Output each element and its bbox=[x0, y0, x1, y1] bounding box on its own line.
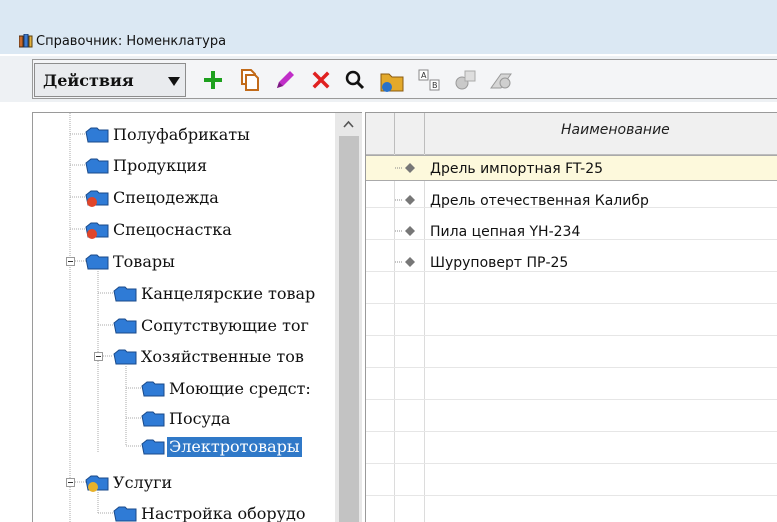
actions-menu-button[interactable]: Действия bbox=[34, 63, 186, 97]
sort-button[interactable]: A B bbox=[412, 63, 446, 97]
tree-item-label: Настройка оборудо bbox=[141, 504, 306, 522]
grid-row-line bbox=[366, 271, 777, 272]
settings-button[interactable] bbox=[448, 63, 482, 97]
disabled-settings-icon bbox=[455, 70, 476, 90]
item-element-icon bbox=[395, 257, 415, 267]
sort-ab-icon: A B bbox=[418, 69, 440, 91]
find-button[interactable] bbox=[338, 63, 372, 97]
catalog-books-icon bbox=[19, 34, 33, 48]
table-row-name[interactable]: Шуруповерт ПР-25 bbox=[430, 255, 568, 271]
item-element-icon bbox=[395, 195, 415, 205]
disabled-history-icon bbox=[490, 73, 512, 89]
folder-blue-icon bbox=[113, 286, 137, 302]
hierarchy-button[interactable] bbox=[374, 63, 408, 97]
folder-blue-icon bbox=[141, 439, 165, 455]
table-row-name[interactable]: Дрель отечественная Калибр bbox=[430, 193, 649, 209]
grid-row-line bbox=[366, 399, 777, 400]
add-button[interactable] bbox=[196, 63, 230, 97]
nomenclature-tree[interactable]: Полуфабрикаты Продукция Спецодежда Спецо… bbox=[32, 112, 362, 522]
window-title: Справочник: Номенклатура bbox=[36, 34, 227, 49]
copy-button[interactable] bbox=[232, 63, 266, 97]
folder-blue-icon bbox=[85, 254, 109, 270]
tree-item-label: Полуфабрикаты bbox=[113, 125, 250, 144]
folder-hierarchy-icon bbox=[380, 73, 404, 92]
grid-column-divider bbox=[394, 154, 395, 522]
folder-blue-icon bbox=[113, 506, 137, 522]
folder-blue-icon bbox=[113, 318, 137, 334]
plus-icon bbox=[204, 71, 222, 89]
dropdown-arrow-icon bbox=[168, 77, 180, 86]
folder-blue-icon bbox=[141, 411, 165, 427]
svg-text:A: A bbox=[421, 71, 427, 80]
tree-item-label: Электротовары bbox=[167, 437, 302, 457]
tree-item-label: Сопутствующие тог bbox=[141, 316, 309, 335]
column-header-name[interactable]: Наименование bbox=[561, 122, 670, 138]
collapse-toggle-goods[interactable] bbox=[66, 257, 75, 266]
actions-label: Действия bbox=[43, 71, 134, 90]
grid-row-line bbox=[366, 495, 777, 496]
window-title-bar: Справочник: Номенклатура bbox=[0, 0, 777, 54]
collapse-toggle-services[interactable] bbox=[66, 478, 75, 487]
tree-item-label: Канцелярские товар bbox=[141, 284, 316, 303]
delete-button[interactable] bbox=[304, 63, 338, 97]
tree-item-label: Услуги bbox=[113, 473, 173, 492]
grid-header: Наименование bbox=[366, 113, 777, 155]
folder-blue-icon bbox=[85, 158, 109, 174]
magnifier-icon bbox=[345, 70, 365, 90]
item-element-icon bbox=[395, 226, 415, 236]
grid-row-line bbox=[366, 463, 777, 464]
items-grid[interactable]: Наименование Дрель импортная FT-25 Дрель… bbox=[365, 112, 777, 522]
tree-item-label: Спецоснастка bbox=[113, 220, 232, 239]
folder-marked-icon bbox=[85, 222, 109, 239]
table-row-name[interactable]: Дрель импортная FT-25 bbox=[430, 161, 603, 177]
tree-item-label: Товары bbox=[113, 252, 175, 271]
svg-text:B: B bbox=[432, 81, 438, 90]
tree-item-label: Хозяйственные тов bbox=[141, 347, 304, 366]
folder-service-icon bbox=[85, 475, 109, 492]
folder-blue-icon bbox=[141, 381, 165, 397]
edit-button[interactable] bbox=[268, 63, 302, 97]
history-button[interactable] bbox=[484, 63, 518, 97]
grid-row-line bbox=[366, 303, 777, 304]
pencil-icon bbox=[277, 71, 294, 88]
grid-column-divider bbox=[424, 154, 425, 522]
tree-item-label: Спецодежда bbox=[113, 188, 219, 207]
collapse-toggle-household[interactable] bbox=[94, 352, 103, 361]
item-element-icon bbox=[395, 163, 415, 173]
tree-item-label: Продукция bbox=[113, 156, 208, 175]
tree-item-label: Посуда bbox=[169, 409, 231, 428]
folder-marked-icon bbox=[85, 190, 109, 207]
grid-row-line bbox=[366, 335, 777, 336]
grid-header-icon-col bbox=[395, 113, 425, 154]
table-row-name[interactable]: Пила цепная YH-234 bbox=[430, 224, 580, 240]
grid-row-line bbox=[366, 431, 777, 432]
scroll-up-arrow-icon[interactable] bbox=[336, 114, 361, 134]
tree-item-label: Моющие средст: bbox=[169, 379, 311, 398]
grid-header-marker-col bbox=[366, 113, 395, 154]
delete-cross-icon bbox=[312, 71, 330, 89]
tree-scroll-thumb[interactable] bbox=[339, 136, 359, 522]
folder-blue-icon bbox=[85, 127, 109, 143]
copy-icon bbox=[241, 69, 259, 91]
grid-row-line bbox=[366, 367, 777, 368]
folder-blue-icon bbox=[113, 349, 137, 365]
